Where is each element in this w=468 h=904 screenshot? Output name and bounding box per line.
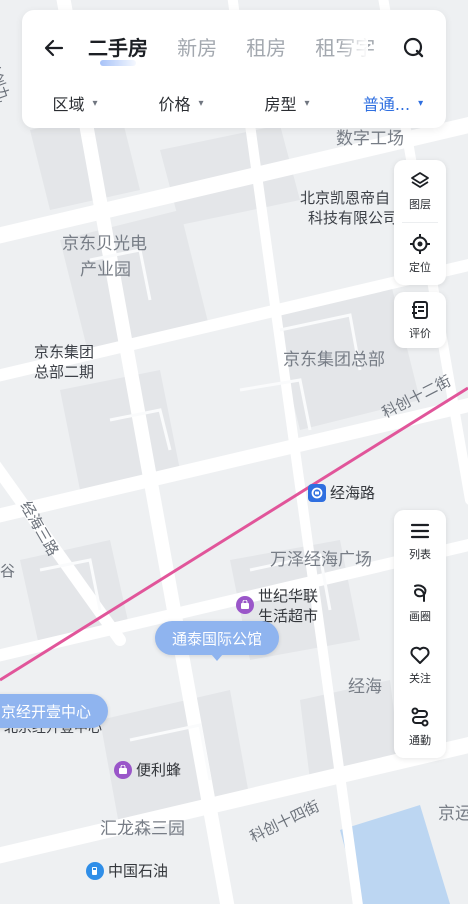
poi-sinopec-label: 中国石油	[108, 862, 169, 880]
poi-label-kaien: 北京凯恩帝自	[300, 189, 391, 207]
list-button[interactable]: 列表	[394, 510, 446, 572]
search-button[interactable]	[396, 30, 432, 66]
filter-room-type[interactable]: 房型 ▾	[234, 88, 340, 118]
locate-label: 定位	[409, 261, 431, 274]
follow-label: 关注	[409, 672, 431, 685]
draw-circle-button[interactable]: 画圈	[394, 572, 446, 634]
map-tools-bottom: 列表 画圈 关注 通勤	[394, 510, 446, 758]
follow-button[interactable]: 关注	[394, 634, 446, 696]
poi-bianli[interactable]: 便利蜂	[114, 760, 181, 780]
commute-button[interactable]: 通勤	[394, 696, 446, 758]
metro-station-jinghai[interactable]: 经海路	[308, 483, 375, 503]
filter-area-label: 区域	[52, 95, 85, 114]
metro-icon	[308, 484, 326, 502]
area-label-jingshi: 京运	[438, 804, 468, 824]
gas-station-icon	[86, 862, 104, 880]
review-button[interactable]: 评价	[394, 292, 446, 348]
poi-shiji[interactable]: 世纪华联 生活超市	[236, 586, 318, 626]
filter-room-type-label: 房型	[264, 95, 297, 114]
poi-label-jd2-2: 总部二期	[34, 363, 95, 381]
layers-label: 图层	[409, 198, 431, 211]
filter-more[interactable]: 普通... ▾	[340, 88, 446, 118]
poi-shiji-label: 世纪华联	[258, 587, 319, 605]
tab-zufang[interactable]: 租房	[246, 30, 286, 66]
area-label-jinghai: 经海	[348, 677, 382, 697]
area-label-beiguang: 京东贝光电	[62, 234, 147, 254]
listing-bubble-jingkai[interactable]: 京经开壹中心	[0, 694, 108, 728]
filter-more-label: 普通...	[362, 95, 411, 114]
chevron-down-icon: ▾	[92, 97, 98, 109]
draw-circle-icon	[413, 584, 427, 602]
search-icon	[403, 37, 424, 58]
list-icon	[410, 523, 430, 539]
filter-bar: 区域 ▾ 价格 ▾ 房型 ▾ 普通... ▾	[22, 88, 446, 118]
poi-label-jd2: 京东集团	[34, 343, 95, 361]
area-label-wanze: 万泽经海广场	[270, 550, 372, 570]
area-label-shuzi: 数字工场	[336, 129, 404, 149]
tabs-fade	[340, 30, 368, 66]
review-icon	[412, 301, 428, 319]
filter-price[interactable]: 价格 ▾	[128, 88, 234, 118]
arrow-left-icon	[44, 39, 64, 57]
chevron-down-icon: ▾	[304, 97, 310, 109]
area-label-jd-hq: 京东集团总部	[283, 350, 385, 370]
tab-xinfang[interactable]: 新房	[177, 30, 217, 66]
commute-label: 通勤	[409, 734, 431, 747]
heart-icon	[410, 646, 430, 664]
back-button[interactable]	[36, 30, 72, 66]
area-label-beiguang-2: 产业园	[80, 260, 131, 280]
chevron-down-icon: ▾	[198, 97, 204, 109]
map-tools-top: 图层 定位	[394, 160, 446, 285]
metro-station-label: 经海路	[330, 484, 376, 502]
tab-ershoufang[interactable]: 二手房	[88, 30, 148, 66]
layers-button[interactable]: 图层	[394, 160, 446, 222]
shopping-icon	[114, 761, 132, 779]
filter-price-label: 价格	[158, 95, 191, 114]
poi-sinopec[interactable]: 中国石油	[86, 861, 168, 881]
area-label-huilong: 汇龙森三园	[100, 819, 185, 839]
commute-icon	[411, 707, 429, 727]
poi-bianli-label: 便利蜂	[136, 761, 182, 779]
listing-bubble-tongtai[interactable]: 通泰国际公馆	[155, 621, 279, 661]
chevron-down-icon: ▾	[418, 97, 424, 109]
list-label: 列表	[409, 548, 431, 561]
map-tools-review: 评价	[394, 292, 446, 348]
layers-icon	[411, 172, 429, 188]
locate-icon	[410, 234, 430, 254]
shopping-icon	[236, 596, 254, 614]
road-label-valley: 谷	[0, 562, 16, 580]
filter-area[interactable]: 区域 ▾	[22, 88, 128, 118]
locate-button[interactable]: 定位	[394, 223, 446, 285]
review-label: 评价	[409, 327, 431, 340]
poi-label-kaien-2: 科技有限公司	[308, 209, 399, 227]
top-search-card: 二手房 新房 租房 租写字 区域▾ 价格▾ 房型▾ 普通...▾	[22, 10, 446, 128]
draw-circle-label: 画圈	[409, 610, 431, 623]
